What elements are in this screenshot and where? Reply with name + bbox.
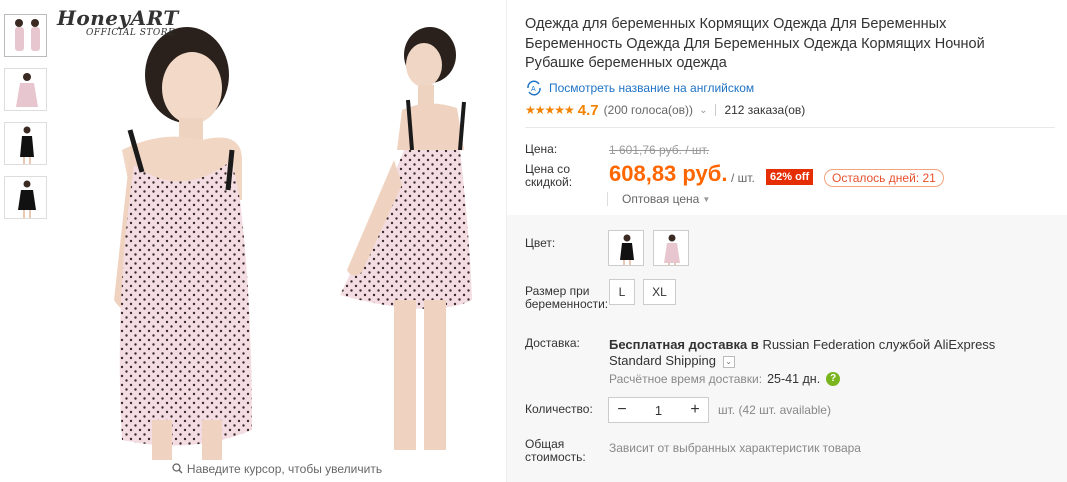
delivery-estimate-label: Расчётное время доставки: (609, 372, 763, 386)
size-option-l[interactable]: L (609, 279, 635, 305)
color-label: Цвет: (525, 236, 556, 250)
quantity-stepper: − 1 + (608, 397, 709, 423)
delivery-days: 25-41 дн. (767, 372, 821, 386)
brand-name: HoneyART (57, 6, 179, 30)
brand-logo: HoneyART OFFICIAL STORE (57, 6, 179, 38)
shipping-info: Бесплатная доставка в Russian Federation… (609, 337, 1049, 369)
quantity-decrease-button[interactable]: − (609, 401, 635, 419)
chevron-down-icon[interactable]: ⌄ (699, 105, 707, 116)
price-unit: / шт. (731, 171, 755, 185)
zoom-hint-text: Наведите курсор, чтобы увеличить (186, 462, 383, 476)
free-shipping-text: Бесплатная доставка в (609, 337, 759, 352)
discount-price: 608,83 руб. (609, 161, 728, 186)
thumbnail-pink-back-image (16, 73, 38, 107)
shipping-label: Доставка: (525, 336, 580, 350)
divider (715, 104, 717, 116)
delivery-estimate: Расчётное время доставки: 25-41 дн. ? (609, 372, 841, 386)
total-label: Общая стоимость: (525, 437, 586, 464)
rating-stars-icon: ★★★★★ (525, 103, 575, 117)
thumbnail-black-back[interactable] (4, 176, 47, 219)
rating-row: ★★★★★ 4.7 (200 голоса(ов)) ⌄ 212 заказа(… (525, 100, 805, 120)
help-icon[interactable]: ? (826, 372, 841, 386)
caret-down-icon: ▼ (702, 195, 711, 204)
product-photo (114, 27, 472, 460)
color-option-pink[interactable] (653, 230, 689, 266)
quantity-increase-button[interactable]: + (682, 401, 708, 419)
thumbnail-black-back-image (18, 180, 36, 218)
shipping-dropdown-icon[interactable]: ⌄ (722, 356, 735, 368)
days-left-badge: Осталось дней: 21 (824, 169, 944, 187)
orders-count: 212 заказа(ов) (724, 103, 806, 117)
translate-link-text: Посмотреть название на английском (549, 81, 755, 95)
rating-value: 4.7 (577, 101, 599, 119)
thumbnail-black-front-image (20, 126, 34, 164)
magnifier-icon (172, 463, 183, 477)
size-option-xl[interactable]: XL (643, 279, 676, 305)
quantity-available: шт. (42 шт. available) (718, 403, 831, 417)
old-price: 1 601,76 руб. / шт. (609, 143, 710, 157)
color-option-pink-image (664, 234, 680, 265)
rating-votes[interactable]: (200 голоса(ов)) (604, 103, 693, 117)
thumbnail-list (4, 14, 48, 230)
wholesale-label: Оптовая цена (622, 192, 700, 206)
quantity-input[interactable]: 1 (635, 403, 682, 418)
thumbnail-pink-front[interactable] (4, 14, 47, 57)
size-label: Размер при беременности: (525, 284, 609, 311)
product-info: Одежда для беременных Кормящих Одежда Дл… (507, 0, 1067, 482)
thumbnail-pink-back[interactable] (4, 68, 47, 111)
quantity-label: Количество: (525, 402, 593, 416)
total-note: Зависит от выбранных характеристик товар… (609, 441, 861, 455)
brand-subtitle: OFFICIAL STORE (86, 28, 176, 38)
divider (525, 127, 1055, 128)
thumbnail-pink-front-image (15, 19, 40, 51)
wholesale-price-toggle[interactable]: Оптовая цена ▼ (607, 192, 710, 206)
product-title: Одежда для беременных Кормящих Одежда Дл… (525, 16, 985, 71)
color-option-black-image (620, 234, 634, 265)
translate-title-link[interactable]: A Посмотреть название на английском (525, 80, 754, 96)
svg-text:A: A (531, 86, 536, 93)
discount-price-label: Цена со скидкой: (525, 162, 573, 189)
thumbnail-black-front[interactable] (4, 122, 47, 165)
color-option-black[interactable] (608, 230, 644, 266)
translate-icon: A (525, 80, 543, 96)
price-label: Цена: (525, 142, 558, 156)
main-product-image[interactable]: HoneyART OFFICIAL STORE (52, 0, 502, 460)
discount-badge: 62% off (766, 169, 814, 185)
zoom-hint: Наведите курсор, чтобы увеличить (52, 462, 502, 477)
